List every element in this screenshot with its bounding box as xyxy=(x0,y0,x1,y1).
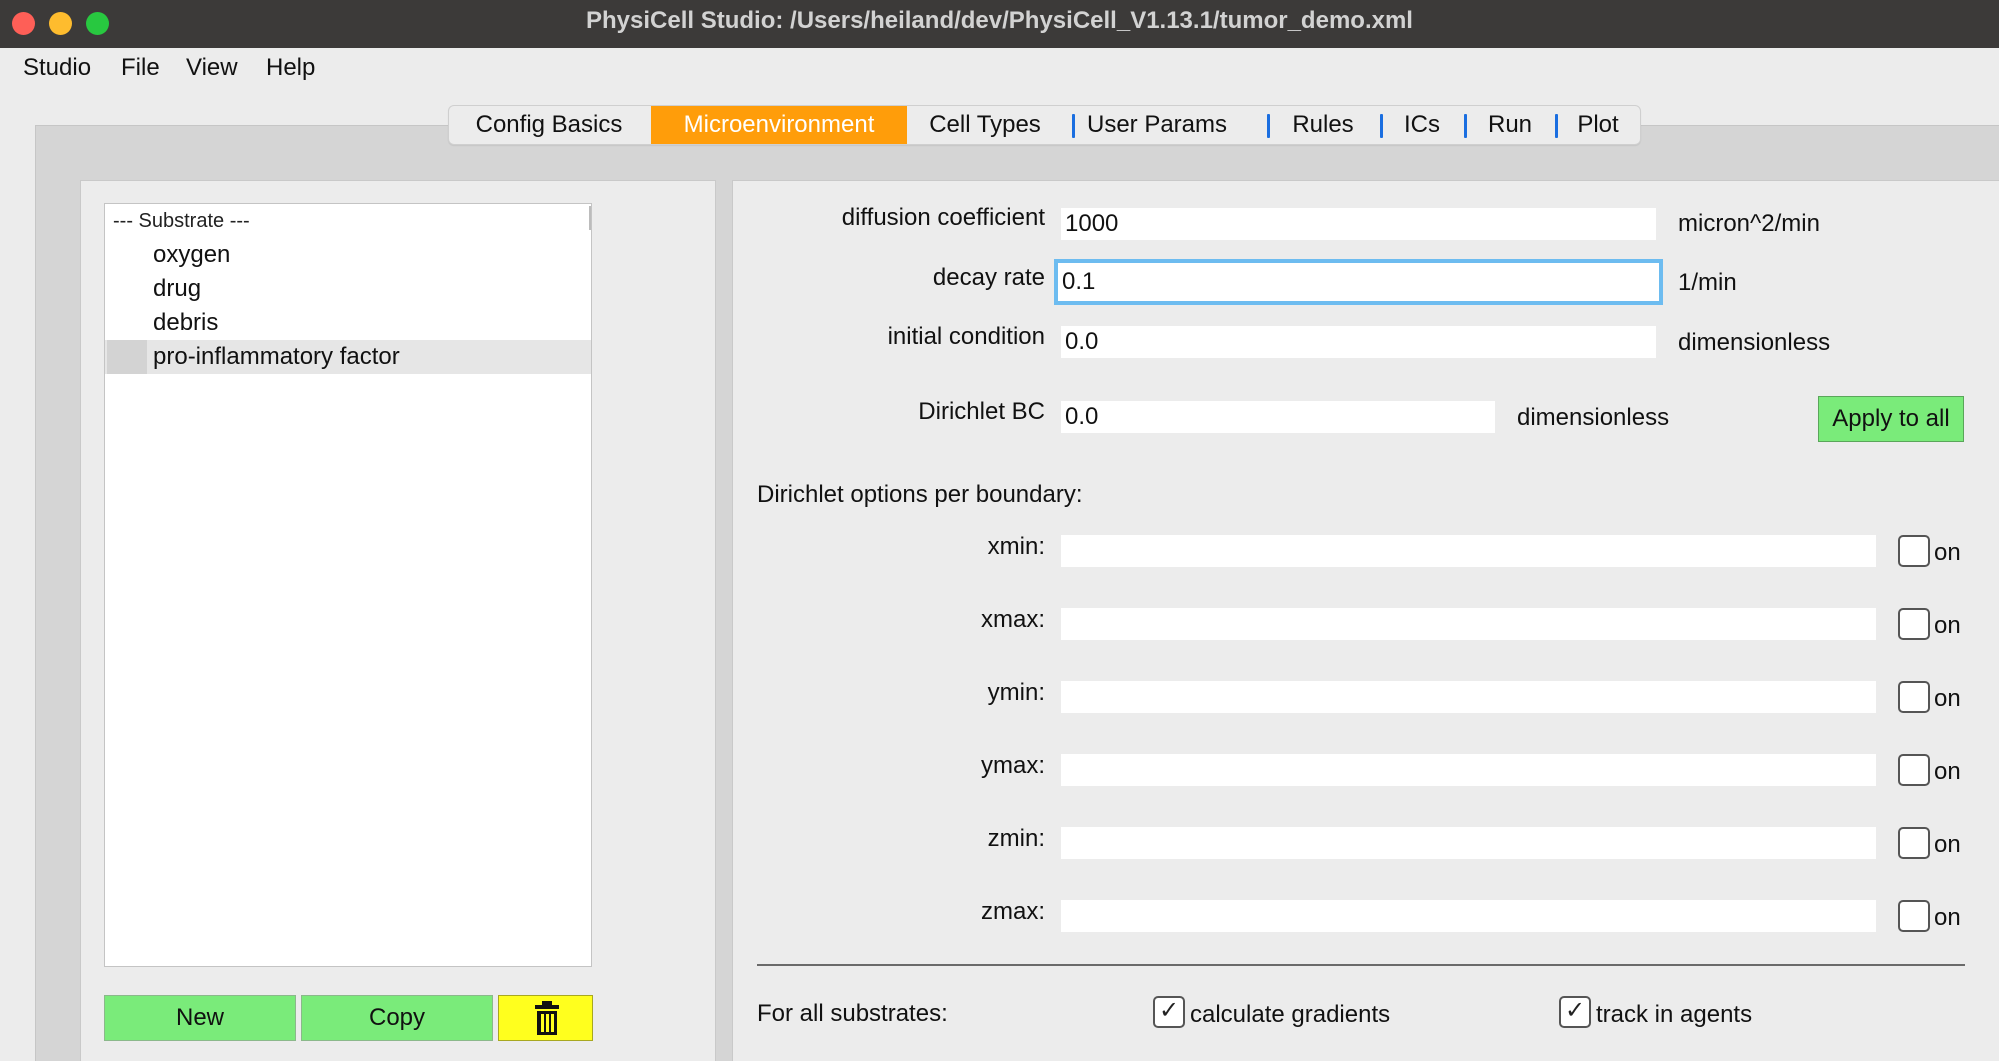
boundary-on-label: on xyxy=(1934,612,1961,639)
tab-separator xyxy=(1555,114,1558,138)
list-item[interactable]: oxygen xyxy=(105,238,591,272)
tab-run[interactable]: Run xyxy=(1469,106,1551,144)
menu-studio[interactable]: Studio xyxy=(23,54,91,82)
boundary-field-zmax[interactable] xyxy=(1061,900,1876,932)
tab-separator xyxy=(1267,114,1270,138)
boundary-checkbox-zmin[interactable] xyxy=(1898,827,1930,859)
dirichlet-options-label: Dirichlet options per boundary: xyxy=(757,481,1083,508)
list-item-label: debris xyxy=(153,309,219,336)
tab-separator xyxy=(1464,114,1467,138)
boundary-label-zmax: zmax: xyxy=(980,898,1045,925)
dirichlet-bc-field[interactable]: 0.0 xyxy=(1061,401,1495,433)
tab-rules[interactable]: Rules xyxy=(1272,106,1374,144)
decay-rate-unit: 1/min xyxy=(1678,269,1737,296)
tab-microenvironment[interactable]: Microenvironment xyxy=(651,106,907,144)
diffusion-coefficient-label: diffusion coefficient xyxy=(841,204,1045,231)
menu-bar: Studio File View Help xyxy=(0,48,1999,90)
list-scrollbar[interactable] xyxy=(589,206,591,230)
boundary-on-label: on xyxy=(1934,831,1961,858)
boundary-on-label: on xyxy=(1934,758,1961,785)
calculate-gradients-checkbox[interactable]: ✓ xyxy=(1153,996,1185,1028)
boundary-label-xmax: xmax: xyxy=(980,606,1045,633)
menu-file[interactable]: File xyxy=(121,54,160,82)
tab-plot[interactable]: Plot xyxy=(1560,106,1636,144)
decay-rate-label: decay rate xyxy=(932,264,1045,291)
tab-ics[interactable]: ICs xyxy=(1385,106,1459,144)
delete-substrate-button[interactable] xyxy=(498,995,593,1041)
copy-substrate-button[interactable]: Copy xyxy=(301,995,493,1041)
list-item-selected[interactable]: pro-inflammatory factor xyxy=(105,340,591,374)
dirichlet-bc-unit: dimensionless xyxy=(1517,404,1670,431)
selection-marker xyxy=(107,340,147,374)
boundary-field-xmin[interactable] xyxy=(1061,535,1876,567)
new-substrate-button[interactable]: New xyxy=(104,995,296,1041)
diffusion-coefficient-unit: micron^2/min xyxy=(1678,210,1820,237)
list-item[interactable]: debris xyxy=(105,306,591,340)
boundary-label-zmin: zmin: xyxy=(987,825,1045,852)
boundary-checkbox-zmax[interactable] xyxy=(1898,900,1930,932)
section-divider xyxy=(757,964,1965,966)
substrate-list[interactable]: --- Substrate --- oxygen drug debris pro… xyxy=(104,203,592,967)
checkmark-icon: ✓ xyxy=(1564,997,1586,1024)
tab-user-params[interactable]: User Params xyxy=(1077,106,1237,144)
list-item-label: pro-inflammatory factor xyxy=(153,343,400,370)
boundary-on-label: on xyxy=(1934,904,1961,931)
dirichlet-bc-label: Dirichlet BC xyxy=(918,398,1045,425)
menu-view[interactable]: View xyxy=(186,54,238,82)
boundary-on-label: on xyxy=(1934,539,1961,566)
boundary-checkbox-ymax[interactable] xyxy=(1898,754,1930,786)
substrate-list-header: --- Substrate --- xyxy=(113,210,250,232)
all-substrates-label: For all substrates: xyxy=(757,1000,948,1027)
boundary-checkbox-ymin[interactable] xyxy=(1898,681,1930,713)
trash-icon xyxy=(535,1001,559,1035)
window-title: PhysiCell Studio: /Users/heiland/dev/Phy… xyxy=(586,7,1413,34)
title-bar: PhysiCell Studio: /Users/heiland/dev/Phy… xyxy=(0,0,1999,48)
boundary-field-ymin[interactable] xyxy=(1061,681,1876,713)
initial-condition-label: initial condition xyxy=(887,323,1045,350)
calculate-gradients-label: calculate gradients xyxy=(1190,1001,1391,1028)
tab-separator xyxy=(1380,114,1383,138)
tab-bar: Config Basics Microenvironment Cell Type… xyxy=(448,105,1641,145)
menu-help[interactable]: Help xyxy=(266,54,315,82)
boundary-field-zmin[interactable] xyxy=(1061,827,1876,859)
track-in-agents-label: track in agents xyxy=(1596,1001,1753,1028)
boundary-checkbox-xmax[interactable] xyxy=(1898,608,1930,640)
apply-to-all-button[interactable]: Apply to all xyxy=(1818,396,1964,442)
decay-rate-field[interactable]: 0.1 xyxy=(1054,259,1663,305)
boundary-label-ymin: ymin: xyxy=(987,679,1045,706)
tab-cell-types[interactable]: Cell Types xyxy=(909,106,1061,144)
boundary-on-label: on xyxy=(1934,685,1961,712)
boundary-label-xmin: xmin: xyxy=(987,533,1045,560)
boundary-label-ymax: ymax: xyxy=(980,752,1045,779)
list-item[interactable]: drug xyxy=(105,272,591,306)
boundary-field-ymax[interactable] xyxy=(1061,754,1876,786)
checkmark-icon: ✓ xyxy=(1158,997,1180,1024)
initial-condition-field[interactable]: 0.0 xyxy=(1061,326,1656,358)
initial-condition-unit: dimensionless xyxy=(1678,329,1831,356)
list-item-label: drug xyxy=(153,275,202,302)
diffusion-coefficient-field[interactable]: 1000 xyxy=(1061,208,1656,240)
boundary-field-xmax[interactable] xyxy=(1061,608,1876,640)
tab-separator xyxy=(1072,114,1075,138)
track-in-agents-checkbox[interactable]: ✓ xyxy=(1559,996,1591,1028)
tab-config-basics[interactable]: Config Basics xyxy=(449,106,649,144)
boundary-checkbox-xmin[interactable] xyxy=(1898,535,1930,567)
list-item-label: oxygen xyxy=(153,241,231,268)
